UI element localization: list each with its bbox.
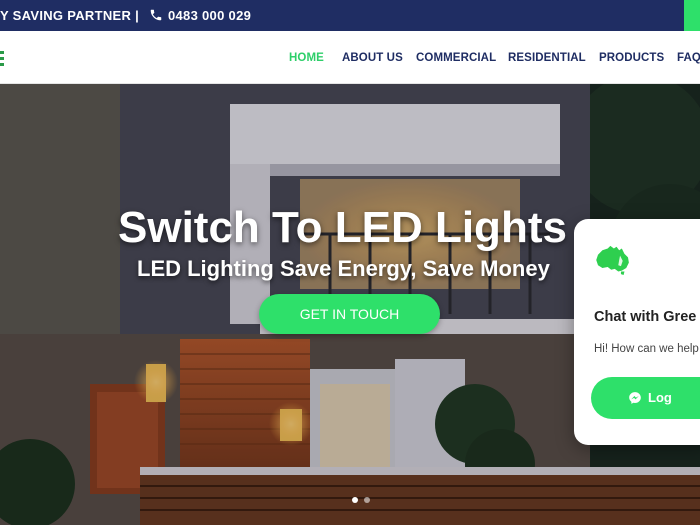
nav-item-faqs[interactable]: FAQS [677,52,700,64]
chat-title: Chat with Gree [594,309,697,325]
nav-item-commercial[interactable]: COMMERCIAL [416,52,496,64]
main-nav: HOME ABOUT US COMMERCIAL RESIDENTIAL PRO… [0,31,700,84]
get-in-touch-button[interactable]: GET IN TOUCH [259,294,440,334]
chat-login-button[interactable]: Log [591,377,700,419]
slider-dot-2[interactable] [364,497,370,503]
phone-number[interactable]: 0483 000 029 [168,8,251,23]
nav-item-residential[interactable]: RESIDENTIAL [508,52,586,64]
page: Y SAVING PARTNER | 0483 000 029 HOME ABO… [0,0,700,525]
nav-item-home[interactable]: HOME [289,52,324,64]
phone-icon [150,9,162,21]
nav-item-about-us[interactable]: ABOUT US [342,52,403,64]
chat-widget: Chat with Gree Hi! How can we help Log [574,219,700,445]
nav-item-products[interactable]: PRODUCTS [599,52,664,64]
slider-dot-1[interactable] [352,497,358,503]
chat-login-label: Log [648,390,672,405]
top-bar-accent [684,0,700,31]
partner-tagline: Y SAVING PARTNER | [0,8,140,23]
messenger-icon [629,392,641,404]
australia-map-icon [596,245,629,275]
hero-title: Switch To LED Lights [118,203,567,252]
hero-subtitle: LED Lighting Save Energy, Save Money [137,256,550,281]
slider-dots [352,497,370,503]
logo[interactable] [0,51,4,67]
top-bar: Y SAVING PARTNER | 0483 000 029 [0,0,700,31]
chat-greeting: Hi! How can we help [594,343,699,355]
